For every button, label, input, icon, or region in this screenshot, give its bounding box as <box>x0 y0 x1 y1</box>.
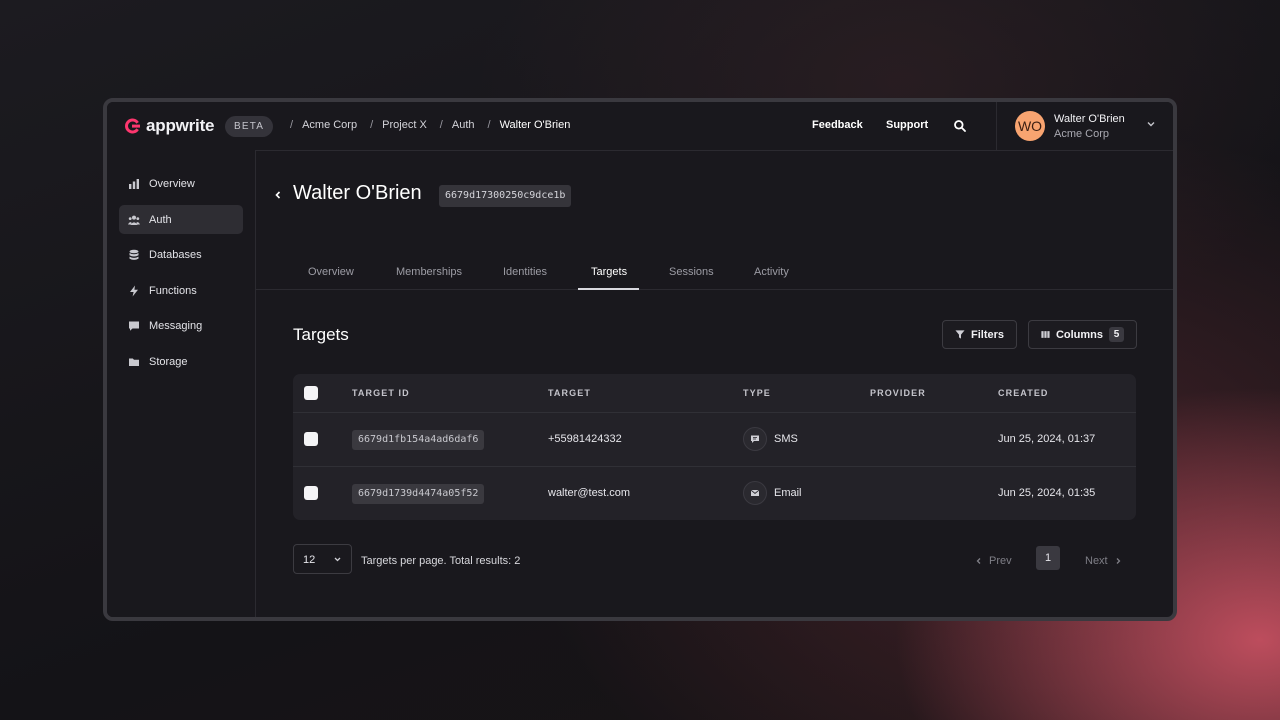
target-id-badge[interactable]: 6679d1739d4474a05f52 <box>352 484 485 504</box>
column-header-target[interactable]: TARGET <box>548 388 591 398</box>
search-icon[interactable] <box>953 119 967 133</box>
prev-label: Prev <box>989 555 1012 567</box>
pagination-summary: Targets per page. Total results: 2 <box>361 555 521 567</box>
section-title: Targets <box>293 325 349 344</box>
next-page-button[interactable]: Next <box>1085 555 1122 567</box>
appwrite-logo[interactable]: appwrite <box>124 116 215 135</box>
target-type: SMS <box>743 427 798 451</box>
sidebar-item-label: Functions <box>149 284 197 297</box>
sidebar-item-functions[interactable]: Functions <box>119 276 243 305</box>
columns-count-badge: 5 <box>1109 327 1124 342</box>
tab-overview[interactable]: Overview <box>308 266 354 278</box>
appwrite-logo-icon <box>125 118 140 134</box>
tab-sessions[interactable]: Sessions <box>669 266 714 278</box>
per-page-value: 12 <box>303 554 316 566</box>
columns-label: Columns <box>1055 328 1103 341</box>
prev-page-button[interactable]: Prev <box>975 555 1012 567</box>
breadcrumb: / Acme Corp / Project X / Auth / Walter … <box>290 119 583 131</box>
users-icon <box>128 215 140 225</box>
column-header-created[interactable]: CREATED <box>998 388 1049 398</box>
feedback-button[interactable]: Feedback <box>812 119 863 131</box>
chevron-right-icon <box>1116 558 1121 564</box>
filters-button[interactable]: Filters <box>942 320 1017 349</box>
email-icon <box>743 481 767 505</box>
sidebar-item-label: Messaging <box>149 319 203 332</box>
target-type: Email <box>743 481 802 505</box>
target-id-badge[interactable]: 6679d1fb154a4ad6daf6 <box>352 430 485 450</box>
row-checkbox[interactable] <box>304 432 318 446</box>
sidebar-item-overview[interactable]: Overview <box>119 169 243 198</box>
column-header-target-id[interactable]: TARGET ID <box>352 388 410 398</box>
breadcrumb-separator: / <box>290 119 294 131</box>
sidebar-item-storage[interactable]: Storage <box>119 347 243 376</box>
breadcrumb-separator: / <box>370 119 374 131</box>
lightning-icon <box>130 285 138 296</box>
chevron-down-icon <box>334 557 341 562</box>
row-checkbox[interactable] <box>304 486 318 500</box>
chat-icon <box>129 321 139 331</box>
sidebar-item-label: Databases <box>149 248 202 261</box>
app-name: appwrite <box>146 116 215 135</box>
target-created: Jun 25, 2024, 01:35 <box>998 487 1096 499</box>
main-content: Walter O'Brien 6679d17300250c9dce1b Over… <box>256 150 1173 617</box>
back-arrow-icon[interactable] <box>273 190 283 200</box>
breadcrumb-separator: / <box>487 119 491 131</box>
table-row[interactable]: 6679d1739d4474a05f52 walter@test.com Ema… <box>293 467 1136 520</box>
active-tab-indicator <box>578 288 639 290</box>
filters-label: Filters <box>970 328 1004 341</box>
tab-memberships[interactable]: Memberships <box>396 266 462 278</box>
chevron-left-icon <box>976 558 981 564</box>
user-id-badge[interactable]: 6679d17300250c9dce1b <box>439 185 572 207</box>
columns-button[interactable]: Columns 5 <box>1028 320 1137 349</box>
select-all-checkbox[interactable] <box>304 386 318 400</box>
tab-identities[interactable]: Identities <box>503 266 547 278</box>
next-label: Next <box>1085 555 1108 567</box>
target-type-label: SMS <box>774 433 798 445</box>
top-bar: appwrite BETA / Acme Corp / Project X / … <box>107 102 1173 151</box>
folder-icon <box>129 358 139 366</box>
chevron-down-icon <box>1147 122 1155 127</box>
breadcrumb-separator: / <box>439 119 443 131</box>
targets-table: TARGET ID TARGET TYPE PROVIDER CREATED 6… <box>293 374 1136 520</box>
breadcrumb-auth[interactable]: Auth <box>452 119 475 131</box>
tab-activity[interactable]: Activity <box>754 266 789 278</box>
table-row[interactable]: 6679d1fb154a4ad6daf6 +55981424332 SMS Ju… <box>293 413 1136 467</box>
app-window: appwrite BETA / Acme Corp / Project X / … <box>103 98 1177 621</box>
sidebar-item-databases[interactable]: Databases <box>119 240 243 269</box>
column-header-provider[interactable]: PROVIDER <box>870 388 926 398</box>
sidebar-item-label: Storage <box>149 355 188 368</box>
sidebar-item-label: Auth <box>149 213 172 226</box>
page-title: Walter O'Brien <box>293 182 422 204</box>
column-header-type[interactable]: TYPE <box>743 388 771 398</box>
target-type-label: Email <box>774 487 802 499</box>
columns-icon <box>1041 331 1050 338</box>
user-name: Walter O'Brien <box>1054 113 1125 125</box>
filter-icon <box>955 330 965 339</box>
breadcrumb-project[interactable]: Project X <box>382 119 427 131</box>
tab-bar: Overview Memberships Identities Targets … <box>256 260 1173 290</box>
tab-targets[interactable]: Targets <box>591 266 627 278</box>
per-page-select[interactable]: 12 <box>293 544 352 574</box>
page-number-current[interactable]: 1 <box>1036 546 1060 570</box>
target-value: +55981424332 <box>548 433 622 445</box>
sms-icon <box>743 427 767 451</box>
breadcrumb-organization[interactable]: Acme Corp <box>302 119 357 131</box>
sidebar-item-auth[interactable]: Auth <box>119 205 243 234</box>
target-value: walter@test.com <box>548 487 631 499</box>
sidebar-item-label: Overview <box>149 177 195 190</box>
breadcrumb-current-user: Walter O'Brien <box>499 119 571 131</box>
target-created: Jun 25, 2024, 01:37 <box>998 433 1096 445</box>
user-organization: Acme Corp <box>1054 128 1110 140</box>
beta-badge: BETA <box>225 116 274 137</box>
sidebar: Overview Auth Databases Functions Messag… <box>107 150 256 617</box>
bar-chart-icon <box>129 178 139 189</box>
support-button[interactable]: Support <box>886 119 928 131</box>
user-menu[interactable]: WO Walter O'Brien Acme Corp <box>996 102 1173 150</box>
table-header: TARGET ID TARGET TYPE PROVIDER CREATED <box>293 374 1136 413</box>
avatar: WO <box>1015 111 1045 141</box>
database-icon <box>129 249 139 260</box>
sidebar-item-messaging[interactable]: Messaging <box>119 311 243 340</box>
